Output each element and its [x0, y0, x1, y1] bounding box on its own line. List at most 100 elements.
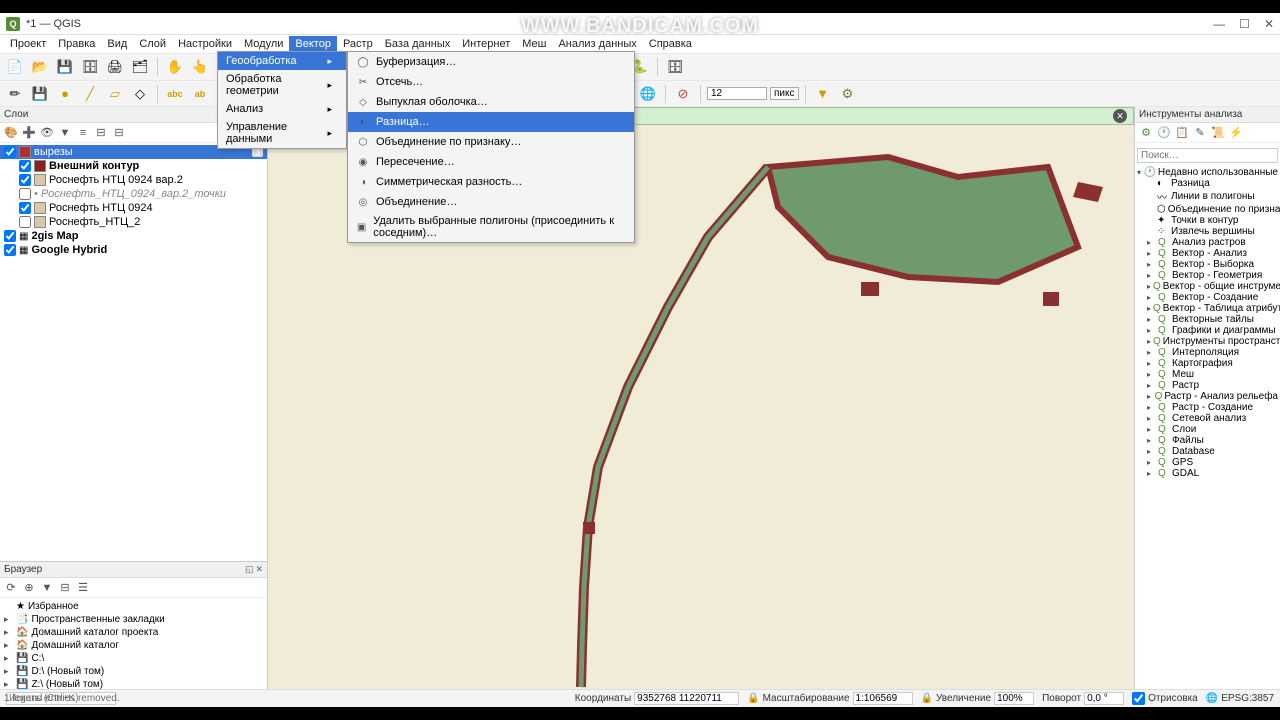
toolgroup-Вектор - Геометрия[interactable]: ▸QВектор - Геометрия [1137, 270, 1278, 281]
tool-Линии в полигоны[interactable]: 〰Линии в полигоны [1137, 189, 1278, 204]
submenu-Анализ[interactable]: Анализ▸ [218, 100, 346, 118]
toolgroup-Database[interactable]: ▸QDatabase [1137, 446, 1278, 457]
menu-Анализ данных[interactable]: Анализ данных [552, 36, 642, 52]
geoproc-Разница…[interactable]: ◐Разница… [348, 112, 634, 132]
layout-icon[interactable]: 🖨 [104, 56, 126, 78]
close-button[interactable]: ✕ [1264, 17, 1274, 31]
geoproc-Объединение…[interactable]: ◎Объединение… [348, 192, 634, 212]
toolgroup-Вектор - общие инструменты[interactable]: ▸QВектор - общие инструменты [1137, 281, 1278, 292]
save-as-icon[interactable]: 🗄 [79, 56, 101, 78]
maximize-button[interactable]: ☐ [1239, 17, 1250, 31]
eye-icon[interactable]: 👁 [40, 126, 54, 140]
style-icon[interactable]: 🎨 [4, 126, 18, 140]
edit-model-icon[interactable]: ✎ [1193, 126, 1207, 140]
submenu-Обработка геометрии[interactable]: Обработка геометрии▸ [218, 70, 346, 100]
remove-icon[interactable]: ⊟ [112, 126, 126, 140]
toolgroup-Картография[interactable]: ▸QКартография [1137, 358, 1278, 369]
layer-Роснефть_НТЦ_0924_вар.2_точки[interactable]: •Роснефть_НТЦ_0924_вар.2_точки [0, 187, 267, 201]
toolgroup-Слои[interactable]: ▸QСлои [1137, 424, 1278, 435]
toolgroup-Файлы[interactable]: ▸QФайлы [1137, 435, 1278, 446]
filter-icon[interactable]: ▼ [812, 83, 834, 105]
toolgroup-Графики и диаграммы[interactable]: ▸QГрафики и диаграммы [1137, 325, 1278, 336]
tool-Извлечь вершины[interactable]: ⁘Извлечь вершины [1137, 226, 1278, 237]
browser-Домашний каталог проекта[interactable]: ▸🏠Домашний каталог проекта [4, 626, 263, 639]
menu-Слой[interactable]: Слой [133, 36, 172, 52]
geoproc-Буферизация…[interactable]: ◯Буферизация… [348, 52, 634, 72]
tools-tree[interactable]: ▾🕐Недавно использованные◐Разница〰Линии в… [1135, 165, 1280, 689]
edit-toggle-icon[interactable]: ✏ [4, 83, 26, 105]
toolgroup-Растр - Анализ рельефа[interactable]: ▸QРастр - Анализ рельефа [1137, 391, 1278, 402]
menu-Модули[interactable]: Модули [238, 36, 289, 52]
submenu-Геообработка[interactable]: Геообработка▸ [218, 52, 346, 70]
add-group-icon[interactable]: ➕ [22, 126, 36, 140]
save-edits-icon[interactable]: 💾 [29, 83, 51, 105]
browser-Пространственные закладки[interactable]: ▸📑Пространственные закладки [4, 613, 263, 626]
toolgroup-GDAL[interactable]: ▸QGDAL [1137, 468, 1278, 479]
browser-Домашний каталог[interactable]: ▸🏠Домашний каталог [4, 639, 263, 652]
menu-Правка[interactable]: Правка [52, 36, 101, 52]
close-browser-icon[interactable]: ✕ [255, 564, 263, 575]
label2-icon[interactable]: ab [189, 83, 211, 105]
tool-Точки в контур[interactable]: ✦Точки в контур [1137, 215, 1278, 226]
deselect-icon[interactable]: ⊘ [672, 83, 694, 105]
geoproc-Симметрическая разность…[interactable]: ◑Симметрическая разность… [348, 172, 634, 192]
vertex-icon[interactable]: ◇ [129, 83, 151, 105]
toolgroup-Инструменты пространствен…[interactable]: ▸QИнструменты пространствен… [1137, 336, 1278, 347]
add-poly-icon[interactable]: ▱ [104, 83, 126, 105]
menubar[interactable]: ПроектПравкаВидСлойНастройкиМодулиВектор… [0, 35, 1280, 53]
geoproc-Удалить выбранные полигоны (присоединить к соседним)…[interactable]: ▣Удалить выбранные полигоны (присоединит… [348, 212, 634, 242]
menu-База данных[interactable]: База данных [379, 36, 457, 52]
layer-Роснефть_НТЦ_2[interactable]: Роснефть_НТЦ_2 [0, 215, 267, 229]
tool-Объединение по признаку[interactable]: ⬡Объединение по признаку [1137, 204, 1278, 215]
menu-Интернет[interactable]: Интернет [456, 36, 516, 52]
expand-icon[interactable]: ≡ [76, 126, 90, 140]
layer-Роснефть НТЦ 0924[interactable]: Роснефть НТЦ 0924 [0, 201, 267, 215]
toolgroup-Меш[interactable]: ▸QМеш [1137, 369, 1278, 380]
save-icon[interactable]: 💾 [54, 56, 76, 78]
toolgroup-Сетевой анализ[interactable]: ▸QСетевой анализ [1137, 413, 1278, 424]
open-project-icon[interactable]: 📂 [29, 56, 51, 78]
results-icon[interactable]: 📋 [1175, 126, 1189, 140]
filter-browser-icon[interactable]: ▼ [40, 581, 54, 595]
menu-Растр[interactable]: Растр [337, 36, 379, 52]
toolgroup-Интерполяция[interactable]: ▸QИнтерполяция [1137, 347, 1278, 358]
model-icon[interactable]: ⚙ [1139, 126, 1153, 140]
globe2-icon[interactable]: 🌐 [637, 83, 659, 105]
geoproc-Выпуклая оболочка…[interactable]: ◇Выпуклая оболочка… [348, 92, 634, 112]
new-project-icon[interactable]: 📄 [4, 56, 26, 78]
menu-Проект[interactable]: Проект [4, 36, 52, 52]
pan-selection-icon[interactable]: 👆 [189, 56, 211, 78]
menu-Вектор[interactable]: Вектор [289, 36, 337, 52]
geoproc-Отсечь…[interactable]: ✂Отсечь… [348, 72, 634, 92]
geoproc-Объединение по признаку…[interactable]: ⬡Объединение по признаку… [348, 132, 634, 152]
layer-Роснефть НТЦ 0924 вар.2[interactable]: Роснефть НТЦ 0924 вар.2 [0, 173, 267, 187]
collapse-browser-icon[interactable]: ⊟ [58, 581, 72, 595]
minimize-button[interactable]: — [1213, 17, 1225, 31]
toolgroup-Вектор - Анализ[interactable]: ▸QВектор - Анализ [1137, 248, 1278, 259]
toolgroup-GPS[interactable]: ▸QGPS [1137, 457, 1278, 468]
label-icon[interactable]: abc [164, 83, 186, 105]
menu-Вид[interactable]: Вид [101, 36, 133, 52]
script-icon[interactable]: 📜 [1211, 126, 1225, 140]
layers-tree[interactable]: вырезы3Внешний контурРоснефть НТЦ 0924 в… [0, 143, 267, 561]
browser-Z:\ (Новый том)[interactable]: ▸💾Z:\ (Новый том) [4, 678, 263, 689]
layer-Внешний контур[interactable]: Внешний контур [0, 159, 267, 173]
options-icon[interactable]: ⚡ [1229, 126, 1243, 140]
props-icon[interactable]: ☰ [76, 581, 90, 595]
browser-D:\ (Новый том)[interactable]: ▸💾D:\ (Новый том) [4, 665, 263, 678]
add-line-icon[interactable]: ╱ [79, 83, 101, 105]
toolgroup-Вектор - Выборка[interactable]: ▸QВектор - Выборка [1137, 259, 1278, 270]
menu-Справка[interactable]: Справка [643, 36, 698, 52]
toolbar-icon-16[interactable]: 🗄 [664, 56, 686, 78]
processing-icon[interactable]: ⚙ [837, 83, 859, 105]
refresh-icon[interactable]: ⟳ [4, 581, 18, 595]
menu-Настройки[interactable]: Настройки [172, 36, 238, 52]
browser-C:\[interactable]: ▸💾C:\ [4, 652, 263, 665]
vector-menu-dropdown[interactable]: Геообработка▸Обработка геометрии▸Анализ▸… [217, 51, 347, 149]
menu-Меш[interactable]: Меш [516, 36, 552, 52]
browser-Избранное[interactable]: ★Избранное [4, 600, 263, 613]
browser-tree[interactable]: ★Избранное▸📑Пространственные закладки▸🏠Д… [0, 598, 267, 689]
geoproc-Пересечение…[interactable]: ◉Пересечение… [348, 152, 634, 172]
pan-icon[interactable]: ✋ [164, 56, 186, 78]
layer-Google Hybrid[interactable]: ▦Google Hybrid [0, 243, 267, 257]
